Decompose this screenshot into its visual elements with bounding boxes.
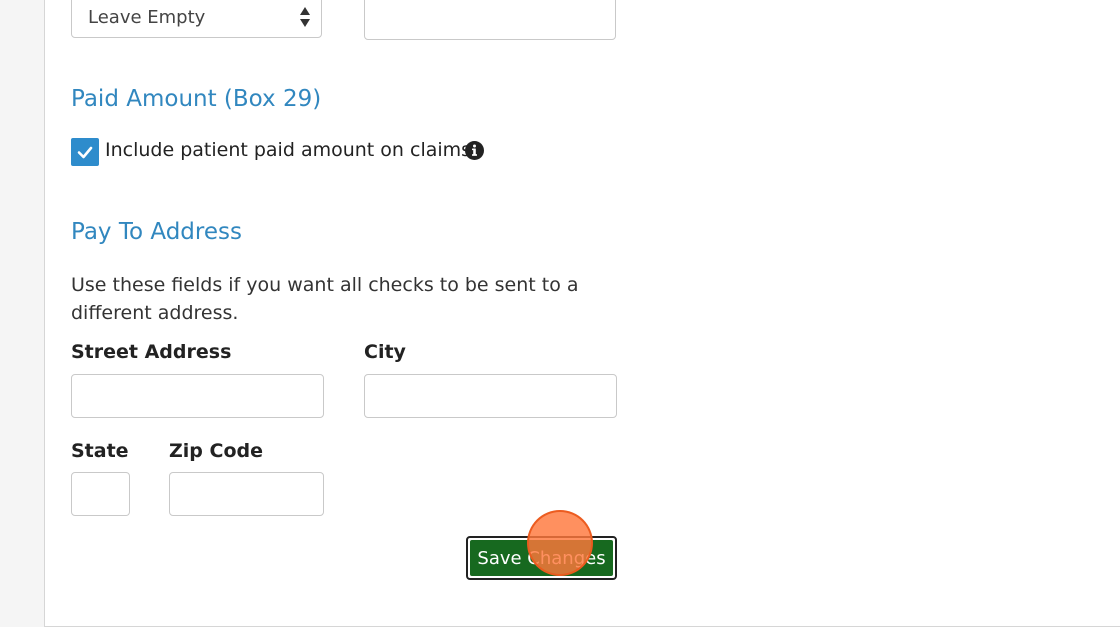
select-arrows-icon bbox=[300, 7, 310, 27]
zip-code-label: Zip Code bbox=[169, 440, 263, 462]
pay-to-description: Use these fields if you want all checks … bbox=[71, 274, 579, 324]
filing-select[interactable]: Leave Empty bbox=[71, 0, 322, 38]
state-label: State bbox=[71, 440, 129, 462]
filing-select-value: Leave Empty bbox=[88, 7, 206, 28]
save-changes-button[interactable]: Save Changes bbox=[466, 536, 617, 580]
street-address-input[interactable] bbox=[71, 374, 324, 418]
city-label: City bbox=[364, 341, 406, 363]
street-address-label: Street Address bbox=[71, 341, 232, 363]
include-paid-amount-checkbox[interactable] bbox=[71, 138, 99, 166]
filing-text-input[interactable] bbox=[364, 0, 616, 40]
state-input[interactable] bbox=[71, 472, 130, 516]
city-input[interactable] bbox=[364, 374, 617, 418]
include-paid-amount-label[interactable]: Include patient paid amount on claims bbox=[105, 139, 471, 161]
left-sidebar-rail bbox=[0, 0, 45, 627]
save-changes-label: Save Changes bbox=[470, 540, 613, 576]
zip-code-input[interactable] bbox=[169, 472, 324, 516]
checkmark-icon bbox=[77, 146, 93, 159]
info-circle-icon[interactable] bbox=[465, 141, 484, 160]
pay-to-address-title: Pay To Address bbox=[71, 219, 242, 245]
paid-amount-title: Paid Amount (Box 29) bbox=[71, 86, 322, 112]
